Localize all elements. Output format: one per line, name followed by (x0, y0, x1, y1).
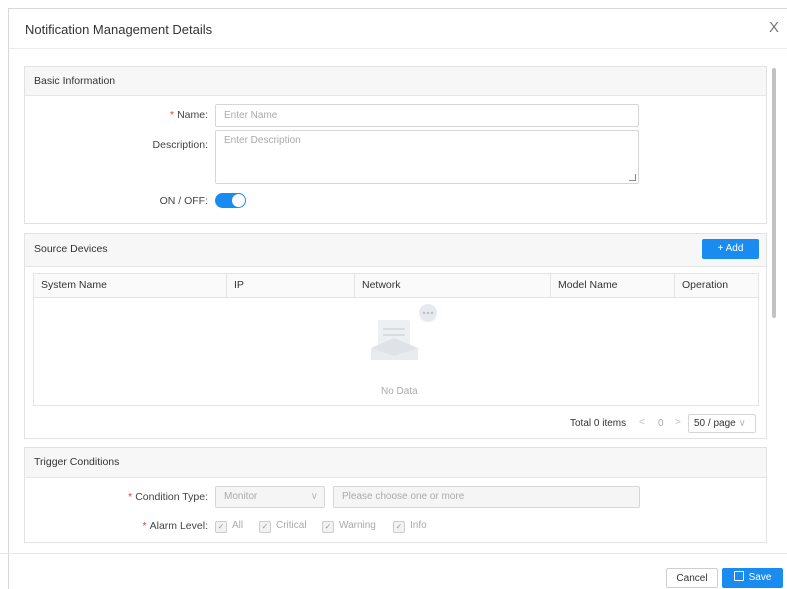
column-system-name[interactable]: System Name (34, 274, 227, 297)
required-asterisk: * (169, 109, 175, 121)
header-divider (9, 48, 787, 49)
save-button[interactable]: Save (722, 568, 783, 588)
alarm-level-label: * Alarm Level: (142, 520, 208, 532)
add-device-button[interactable]: + Add (702, 239, 759, 259)
description-placeholder: Enter Description (224, 135, 301, 146)
page-size-value: 50 / page (694, 418, 736, 429)
column-network[interactable]: Network (355, 274, 551, 297)
toggle-knob (232, 194, 245, 207)
condition-choose-select[interactable]: Please choose one or more (333, 486, 640, 508)
next-page-icon[interactable]: > (675, 417, 681, 428)
close-icon[interactable]: X (769, 19, 779, 36)
column-ip[interactable]: IP (227, 274, 355, 297)
vertical-scrollbar[interactable] (772, 68, 776, 318)
source-devices-header: Source Devices (25, 234, 766, 267)
name-label: * Name: (169, 109, 208, 121)
current-page[interactable]: 0 (658, 418, 664, 429)
on-off-toggle[interactable] (215, 193, 246, 208)
total-items: Total 0 items (570, 418, 627, 429)
condition-type-select[interactable]: Monitor ∨ (215, 486, 325, 508)
check-icon: ✓ (259, 521, 271, 533)
alarm-level-info-label: Info (410, 520, 427, 531)
source-devices-title: Source Devices (34, 243, 108, 255)
alarm-level-label-text: Alarm Level (149, 520, 206, 532)
column-model-name[interactable]: Model Name (551, 274, 675, 297)
required-asterisk: * (128, 491, 133, 503)
chevron-down-icon: ∨ (738, 418, 746, 429)
check-icon: ✓ (215, 521, 227, 533)
toggle-label: ON / OFF: (159, 195, 208, 207)
alarm-level-warning-checkbox[interactable]: ✓ Warning (322, 520, 376, 533)
chevron-down-icon: ∨ (310, 491, 318, 502)
description-label: Description: (152, 139, 208, 151)
alarm-level-critical-label: Critical (276, 520, 307, 531)
dialog-title: Notification Management Details (25, 22, 213, 37)
footer-divider (0, 553, 787, 554)
condition-type-label: * Condition Type: (128, 491, 208, 503)
prev-page-icon[interactable]: < (639, 417, 645, 428)
basic-information-header: Basic Information (25, 67, 766, 96)
trigger-conditions-header: Trigger Conditions (25, 448, 766, 478)
page-size-select[interactable]: 50 / page ∨ (688, 414, 756, 433)
alarm-level-info-checkbox[interactable]: ✓ Info (393, 520, 427, 533)
required-asterisk: * (142, 520, 147, 532)
devices-table-header: System Name IP Network Model Name Operat… (33, 273, 759, 298)
column-operation[interactable]: Operation (675, 274, 760, 297)
name-label-text: Name (177, 109, 206, 121)
condition-type-value: Monitor (224, 491, 258, 502)
description-label-text: Description (152, 139, 206, 151)
name-input[interactable]: Enter Name (215, 104, 639, 127)
save-icon (733, 571, 744, 581)
alarm-level-critical-checkbox[interactable]: ✓ Critical (259, 520, 307, 533)
alarm-level-all-label: All (232, 520, 244, 531)
empty-inbox-icon (371, 304, 437, 360)
cancel-button[interactable]: Cancel (666, 568, 718, 588)
condition-type-label-text: Condition Type (135, 491, 206, 503)
alarm-level-warning-label: Warning (339, 520, 376, 531)
check-icon: ✓ (322, 521, 334, 533)
alarm-level-all-checkbox[interactable]: ✓ All (215, 520, 243, 533)
resize-handle-icon[interactable] (629, 174, 636, 181)
check-icon: ✓ (393, 521, 405, 533)
save-button-label: Save (748, 572, 772, 583)
description-textarea[interactable]: Enter Description (215, 130, 639, 184)
no-data-text: No Data (381, 386, 418, 397)
